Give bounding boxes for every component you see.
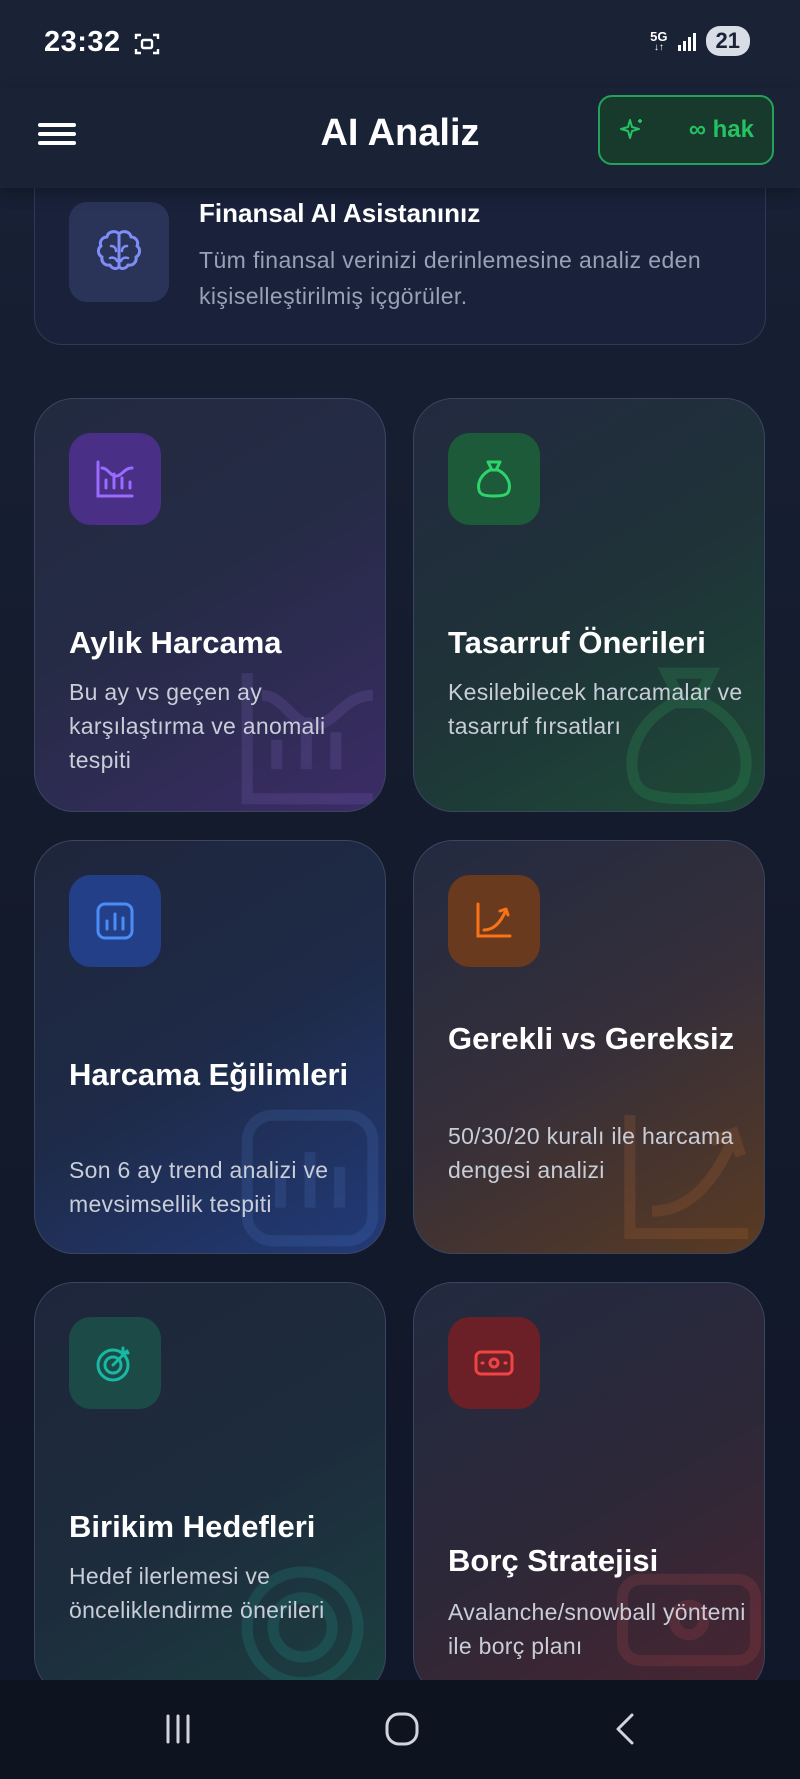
status-bar: 23:32 5G ↓↑ 21 xyxy=(0,0,800,88)
home-icon xyxy=(385,1712,419,1746)
assistant-description: Tüm finansal verinizi derinlemesine anal… xyxy=(199,247,702,309)
bar-chart-icon xyxy=(69,875,161,967)
quota-label: ∞ hak xyxy=(688,116,754,143)
back-icon xyxy=(616,1713,634,1745)
card-savings-goals[interactable]: Birikim Hedefleri Hedef ilerlemesi ve ön… xyxy=(34,1282,386,1696)
status-time: 23:32 xyxy=(44,26,121,58)
target-icon xyxy=(69,1317,161,1409)
back-button[interactable] xyxy=(601,1706,651,1752)
screen-capture-icon xyxy=(134,33,160,55)
card-savings-suggestions[interactable]: Tasarruf Önerileri Kesilebilecek harcama… xyxy=(413,398,765,812)
card-description: Hedef ilerlemesi ve önceliklendirme öner… xyxy=(69,1563,325,1623)
trend-up-icon xyxy=(448,875,540,967)
card-spending-trends[interactable]: Harcama Eğilimleri Son 6 ay trend analiz… xyxy=(34,840,386,1254)
money-bag-icon xyxy=(448,433,540,525)
card-title: Tasarruf Önerileri xyxy=(448,625,706,660)
battery-indicator: 21 xyxy=(705,26,750,56)
network-badge: 5G ↓↑ xyxy=(650,28,668,53)
brain-icon xyxy=(69,202,169,302)
chart-histogram-icon xyxy=(69,433,161,525)
quota-button[interactable]: ∞ hak xyxy=(598,95,774,165)
card-monthly-spending[interactable]: Aylık Harcama Bu ay vs geçen ay karşılaş… xyxy=(34,398,386,812)
sparkles-icon xyxy=(620,119,642,139)
card-title: Gerekli vs Gereksiz xyxy=(448,1021,735,1056)
assistant-card: Finansal AI Asistanınız Tüm finansal ver… xyxy=(34,170,766,345)
network-label: 5G xyxy=(650,28,668,44)
assistant-title: Finansal AI Asistanınız xyxy=(199,198,481,228)
recent-apps-icon xyxy=(166,1714,190,1744)
recent-apps-button[interactable] xyxy=(153,1706,203,1752)
card-title: Aylık Harcama xyxy=(69,625,282,660)
banknote-icon xyxy=(448,1317,540,1409)
card-description: Son 6 ay trend analizi ve mevsimsellik t… xyxy=(69,1157,329,1217)
card-description: Bu ay vs geçen ay karşılaştırma ve anoma… xyxy=(69,679,326,773)
system-nav-bar xyxy=(0,1680,800,1779)
screen: 23:32 5G ↓↑ 21 AI Analiz ∞ hak Finansal … xyxy=(0,0,800,1779)
home-button[interactable] xyxy=(377,1706,427,1752)
card-description: Kesilebilecek harcamalar ve tasarruf fır… xyxy=(448,679,743,739)
card-needs-vs-wants[interactable]: Gerekli vs Gereksiz 50/30/20 kuralı ile … xyxy=(413,840,765,1254)
card-description: 50/30/20 kuralı ile harcama dengesi anal… xyxy=(448,1123,734,1183)
app-bar: AI Analiz ∞ hak xyxy=(0,88,800,188)
signal-icon xyxy=(677,33,696,51)
card-title: Harcama Eğilimleri xyxy=(69,1057,349,1092)
card-title: Birikim Hedefleri xyxy=(69,1509,316,1544)
card-debt-strategy[interactable]: Borç Stratejisi Avalanche/snowball yönte… xyxy=(413,1282,765,1696)
card-title: Borç Stratejisi xyxy=(448,1543,659,1578)
card-description: Avalanche/snowball yöntemi ile borç plan… xyxy=(448,1599,746,1659)
